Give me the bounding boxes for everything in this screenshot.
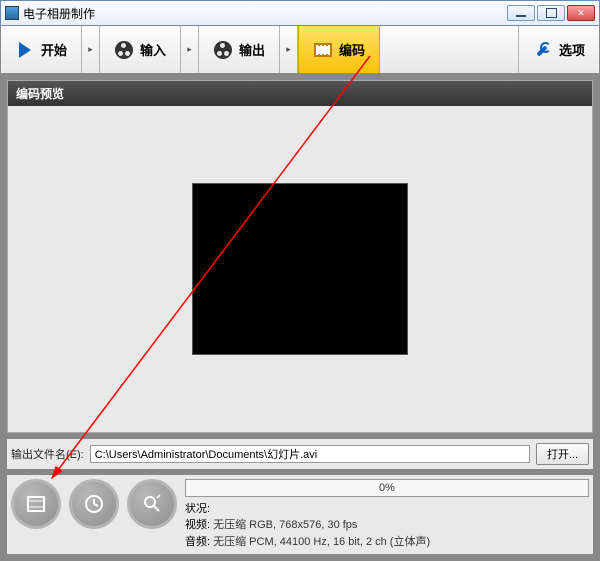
start-split[interactable] — [82, 26, 100, 73]
window-controls — [507, 5, 595, 21]
magnify-icon — [140, 492, 164, 516]
output-file-label: 输出文件名(E): — [11, 446, 84, 462]
film-icon — [313, 40, 333, 60]
open-button[interactable]: 打开... — [536, 443, 589, 465]
status-area: 0% 状况: 视频: 无压缩 RGB, 768x576, 30 fps 音频: … — [185, 479, 589, 551]
options-button[interactable]: 选项 — [519, 26, 599, 73]
wrench-icon — [533, 40, 553, 60]
start-label: 开始 — [41, 40, 67, 59]
video-status-label: 视频: — [185, 519, 210, 531]
audio-status: 无压缩 PCM, 44100 Hz, 16 bit, 2 ch (立体声) — [213, 536, 430, 548]
options-label: 选项 — [559, 40, 585, 59]
encode-label: 编码 — [339, 40, 365, 59]
audio-status-label: 音频: — [185, 536, 210, 548]
input-split[interactable] — [181, 26, 199, 73]
main-area: 编码预览 输出文件名(E): 打开... 0% 状况: 视频: 无压缩 RGB,… — [0, 74, 600, 561]
progress-text: 0% — [379, 482, 395, 494]
maximize-button[interactable] — [537, 5, 565, 21]
output-file-row: 输出文件名(E): 打开... — [7, 439, 593, 469]
clock-icon — [82, 492, 106, 516]
toolbar: 开始 输入 输出 编码 选项 — [0, 26, 600, 74]
settings-button[interactable] — [127, 479, 177, 529]
panel-header: 编码预览 — [8, 81, 592, 106]
status-text: 状况: 视频: 无压缩 RGB, 768x576, 30 fps 音频: 无压缩… — [185, 501, 589, 551]
film-icon — [24, 492, 48, 516]
start-encode-button[interactable] — [11, 479, 61, 529]
output-button[interactable]: 输出 — [199, 26, 280, 73]
window-title: 电子相册制作 — [23, 5, 95, 22]
progress-bar: 0% — [185, 479, 589, 497]
reel-icon — [114, 40, 134, 60]
input-button[interactable]: 输入 — [100, 26, 181, 73]
input-label: 输入 — [140, 40, 166, 59]
preview-video — [192, 183, 408, 355]
preview-area — [8, 106, 592, 432]
status-label: 状况: — [185, 503, 210, 515]
toolbar-spacer — [380, 26, 519, 73]
play-icon — [15, 40, 35, 60]
output-split[interactable] — [280, 26, 298, 73]
encode-button[interactable]: 编码 — [298, 26, 380, 73]
preview-panel: 编码预览 — [7, 80, 593, 433]
output-label: 输出 — [239, 40, 265, 59]
video-status: 无压缩 RGB, 768x576, 30 fps — [213, 519, 357, 531]
close-button[interactable] — [567, 5, 595, 21]
app-icon — [5, 6, 19, 20]
schedule-button[interactable] — [69, 479, 119, 529]
title-bar: 电子相册制作 — [0, 0, 600, 26]
bottom-bar: 0% 状况: 视频: 无压缩 RGB, 768x576, 30 fps 音频: … — [7, 475, 593, 555]
output-file-input[interactable] — [90, 445, 530, 463]
minimize-button[interactable] — [507, 5, 535, 21]
reel-icon — [213, 40, 233, 60]
start-button[interactable]: 开始 — [1, 26, 82, 73]
